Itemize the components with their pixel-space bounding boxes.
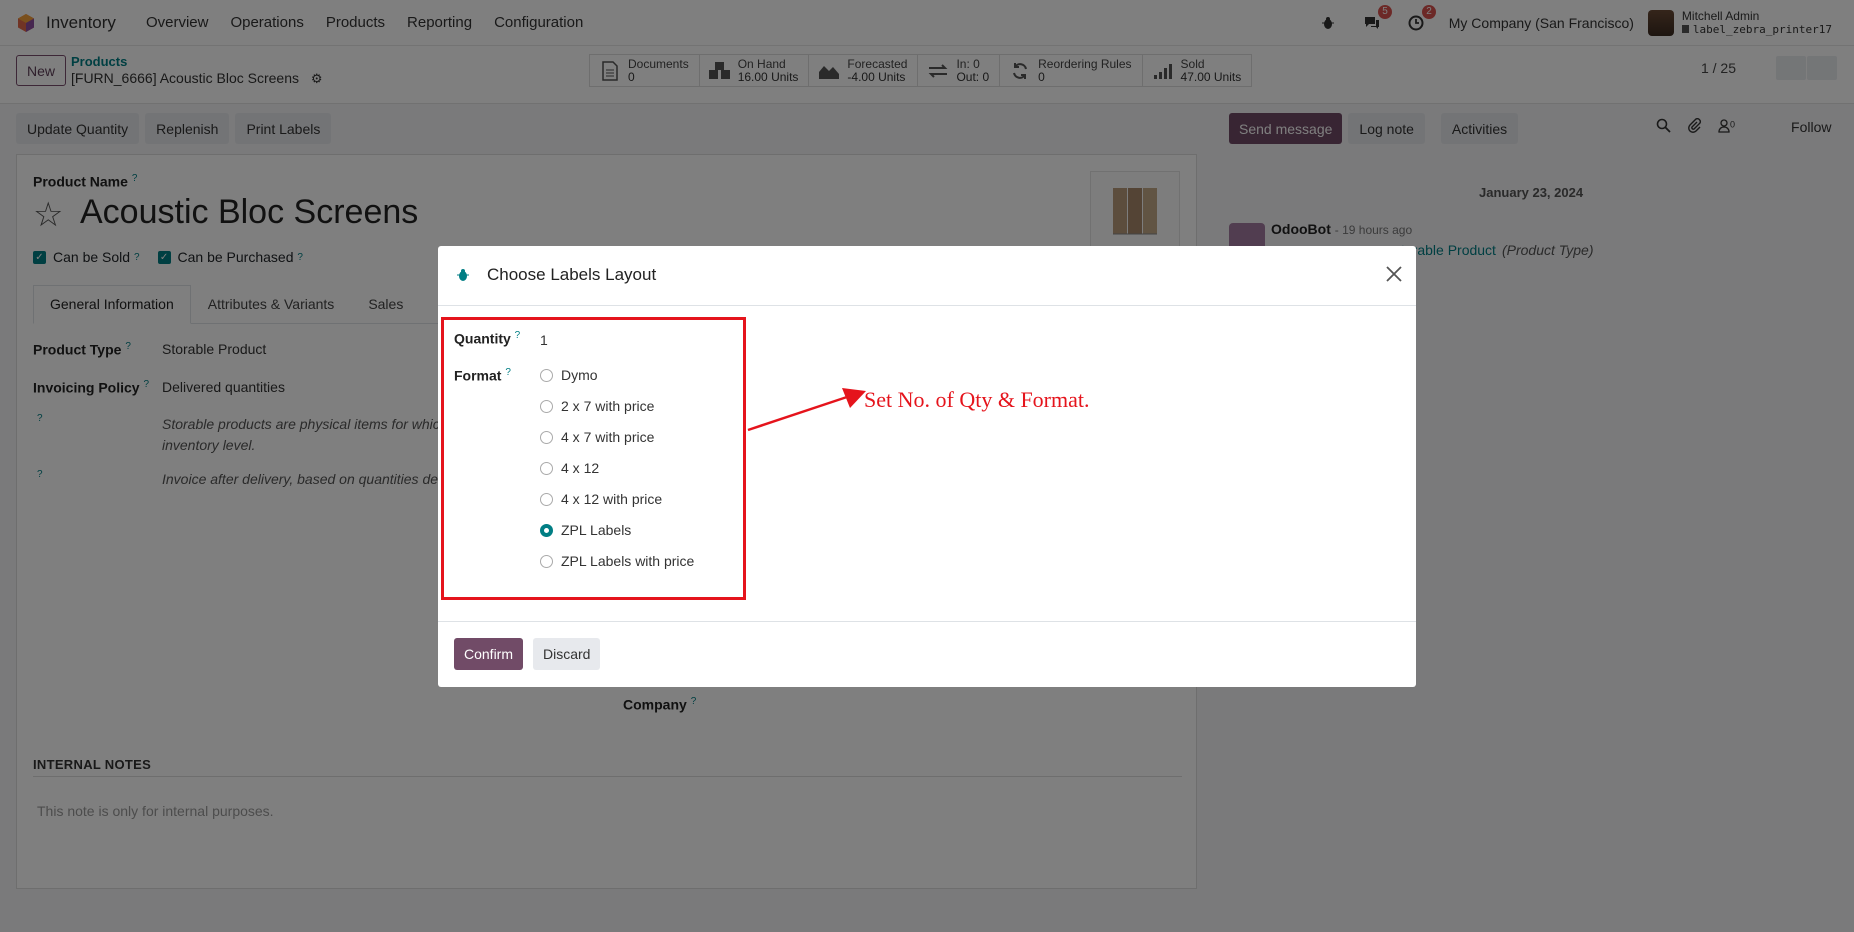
radio-icon (540, 368, 553, 382)
discard-button[interactable]: Discard (533, 638, 601, 670)
format-option-4x7-price[interactable]: 4 x 7 with price (540, 429, 654, 445)
format-option-4x12-price[interactable]: 4 x 12 with price (540, 491, 662, 507)
debug-bug-icon[interactable] (456, 268, 470, 282)
quantity-input[interactable]: 1 (540, 332, 548, 348)
dialog-footer-divider (438, 621, 1416, 622)
format-option-4x12[interactable]: 4 x 12 (540, 460, 599, 476)
format-option-zpl[interactable]: ZPL Labels (540, 522, 631, 538)
annotation-text: Set No. of Qty & Format. (864, 387, 1090, 412)
annotation-arrow-icon (747, 388, 866, 432)
radio-icon (540, 554, 553, 568)
radio-icon (540, 399, 553, 413)
format-option-2x7-price[interactable]: 2 x 7 with price (540, 398, 654, 414)
radio-icon (540, 430, 553, 444)
format-option-zpl-price[interactable]: ZPL Labels with price (540, 553, 694, 569)
format-label: Format ? (454, 367, 511, 384)
dialog-header: Choose Labels Layout (438, 246, 1416, 306)
radio-selected-icon (540, 523, 553, 537)
radio-icon (540, 492, 553, 506)
dialog-title: Choose Labels Layout (487, 265, 657, 284)
quantity-label: Quantity ? (454, 330, 521, 347)
format-option-dymo[interactable]: Dymo (540, 367, 598, 383)
radio-icon (540, 461, 553, 475)
close-icon[interactable] (1386, 262, 1402, 288)
confirm-button[interactable]: Confirm (454, 638, 524, 670)
choose-labels-layout-dialog: Choose Labels Layout Quantity ? 1 Format… (438, 246, 1416, 687)
